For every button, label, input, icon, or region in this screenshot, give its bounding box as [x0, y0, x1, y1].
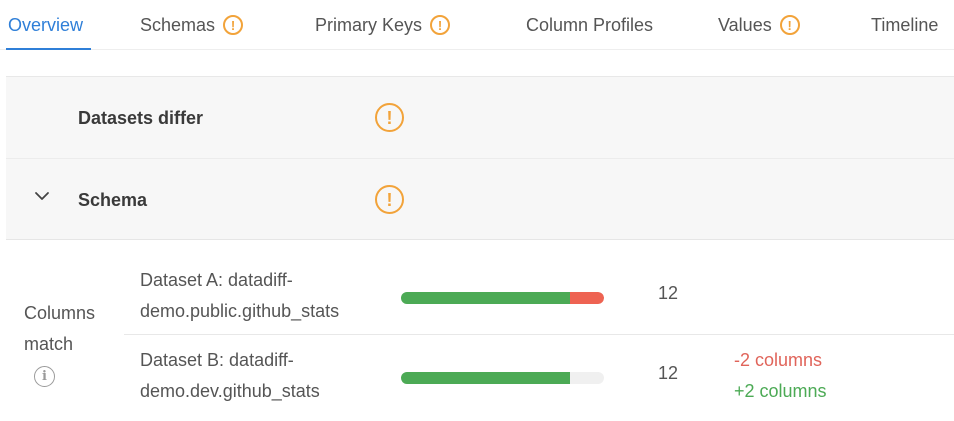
warning-icon: ! — [430, 15, 451, 35]
added-columns-text: +2 columns — [734, 381, 827, 401]
dataset-a-name: Dataset A: datadiff-demo.public.github_s… — [140, 270, 340, 321]
data-diff-overview: Overview Schemas ! Primary Keys ! Column… — [0, 0, 954, 421]
removed-columns-text: -2 columns — [734, 350, 823, 370]
active-tab-indicator — [6, 48, 91, 50]
summary-panel: Datasets differ ! Schema ! — [6, 76, 954, 240]
dataset-b-row: Dataset B: datadiff-demo.dev.github_stat… — [124, 345, 954, 415]
warning-icon: ! — [779, 15, 800, 35]
tab-timeline[interactable]: Timeline — [871, 0, 938, 50]
tab-schemas[interactable]: Schemas ! — [140, 0, 244, 50]
warning-icon: ! — [375, 185, 404, 214]
tab-primary-keys-label: Primary Keys — [315, 14, 423, 35]
tab-overview[interactable]: Overview — [8, 0, 83, 50]
columns-match-label: Columns match — [24, 303, 96, 354]
datasets-differ-row: Datasets differ ! — [6, 77, 954, 159]
dataset-a-matched-segment — [401, 292, 570, 304]
warning-icon: ! — [223, 15, 244, 35]
tab-column-profiles[interactable]: Column Profiles — [526, 0, 653, 50]
dataset-b-column-count: 12 — [658, 363, 679, 383]
schema-row[interactable]: Schema ! — [6, 159, 954, 241]
dataset-a-row: Dataset A: datadiff-demo.public.github_s… — [124, 265, 954, 335]
tab-schemas-label: Schemas — [140, 14, 216, 35]
tab-bar: Overview Schemas ! Primary Keys ! Column… — [0, 0, 954, 50]
dataset-a-mismatched-segment — [570, 292, 604, 304]
tab-values[interactable]: Values ! — [718, 0, 800, 50]
dataset-b-match-bar — [401, 372, 604, 384]
tab-overview-label: Overview — [8, 14, 84, 35]
dataset-b-name: Dataset B: datadiff-demo.dev.github_stat… — [140, 350, 320, 401]
dataset-a-column-count: 12 — [658, 283, 679, 303]
warning-icon: ! — [375, 103, 404, 132]
tab-timeline-label: Timeline — [871, 14, 939, 35]
tab-column-profiles-label: Column Profiles — [526, 14, 654, 35]
info-icon[interactable]: i — [34, 366, 55, 387]
dataset-a-match-bar — [401, 292, 604, 304]
tab-primary-keys[interactable]: Primary Keys ! — [315, 0, 451, 50]
tab-values-label: Values — [718, 14, 772, 35]
dataset-b-matched-segment — [401, 372, 570, 384]
